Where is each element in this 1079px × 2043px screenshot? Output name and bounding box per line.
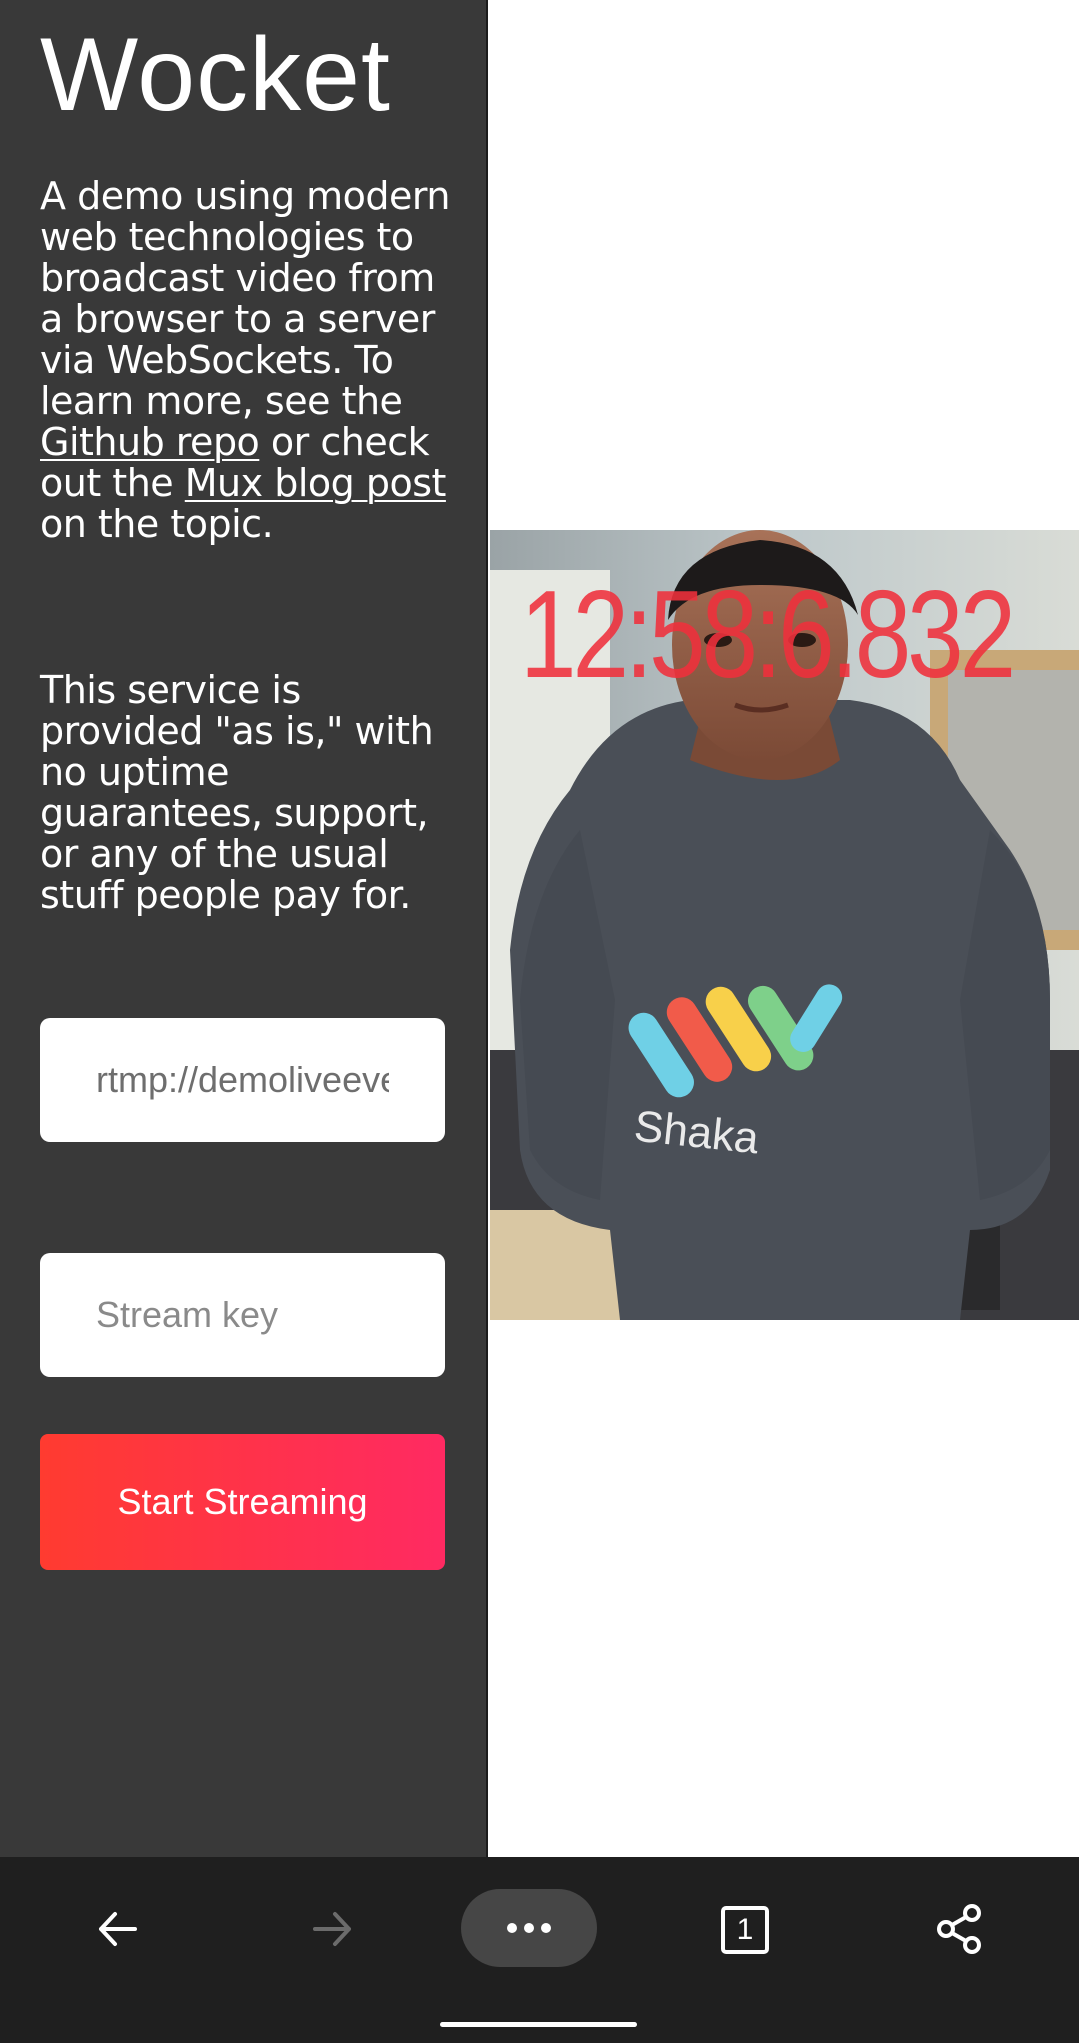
browser-toolbar: 1 [0,1857,1079,2000]
rtmp-url-input[interactable] [40,1018,445,1142]
stream-key-input[interactable] [40,1253,445,1377]
system-nav-bar [0,2000,1079,2043]
intro-paragraph: A demo using modern web technologies to … [40,176,460,545]
app-title: Wocket [40,17,391,133]
back-arrow-icon [99,1912,137,1946]
back-button[interactable] [68,1879,168,1979]
tabs-button[interactable]: 1 [694,1879,794,1979]
mux-blog-link[interactable]: Mux blog post [185,461,447,505]
share-button[interactable] [910,1879,1010,1979]
more-dots-icon [507,1923,551,1933]
sidebar: Wocket A demo using modern web technolog… [0,0,488,1857]
disclaimer-paragraph: This service is provided "as is," with n… [40,668,434,917]
intro-text-3: on the topic. [40,502,274,546]
timecode-overlay: 12:58:6.832 [520,566,1016,704]
share-icon [937,1904,981,1954]
intro-text-1: A demo using modern web technologies to … [40,174,450,423]
home-indicator[interactable] [440,2022,637,2027]
tabs-icon: 1 [721,1906,769,1954]
more-menu-button[interactable] [461,1889,597,1967]
forward-arrow-icon [313,1912,351,1946]
start-streaming-button[interactable]: Start Streaming [40,1434,445,1570]
forward-button[interactable] [282,1879,382,1979]
camera-preview: 12:58:6.832 Shaka [490,530,1079,1320]
github-repo-link[interactable]: Github repo [40,420,260,464]
